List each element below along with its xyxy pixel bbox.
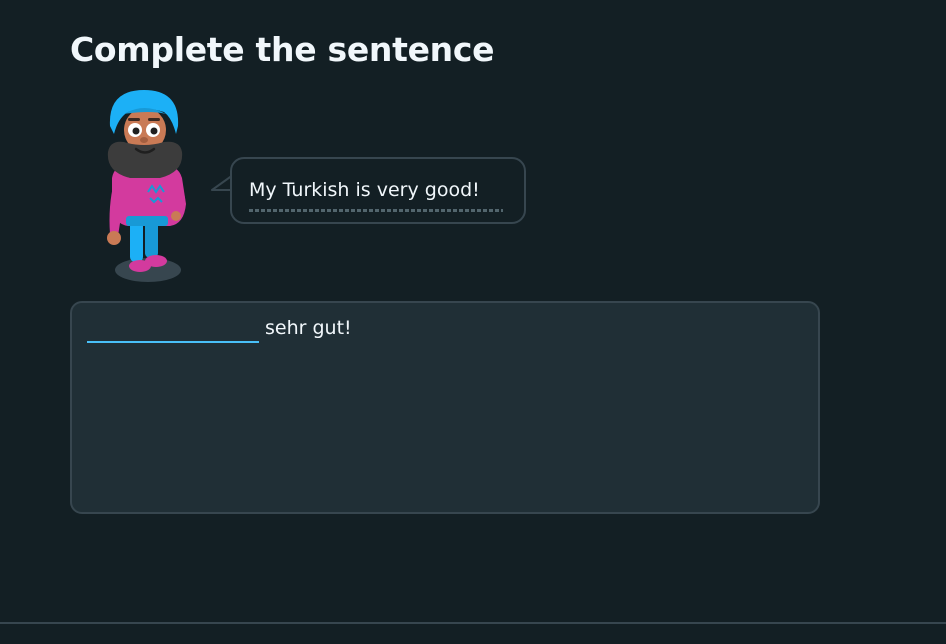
prompt-hint-underline bbox=[249, 209, 503, 212]
answer-box: sehr gut! bbox=[70, 301, 820, 514]
sentence-text: sehr gut! bbox=[265, 317, 352, 339]
prompt-text[interactable]: My Turkish is very good! bbox=[249, 176, 480, 204]
speech-bubble: My Turkish is very good! bbox=[230, 157, 526, 224]
page-title: Complete the sentence bbox=[70, 30, 495, 69]
blank-input[interactable] bbox=[87, 313, 259, 343]
footer-divider bbox=[0, 622, 946, 624]
turbaned-character-icon bbox=[107, 90, 186, 282]
